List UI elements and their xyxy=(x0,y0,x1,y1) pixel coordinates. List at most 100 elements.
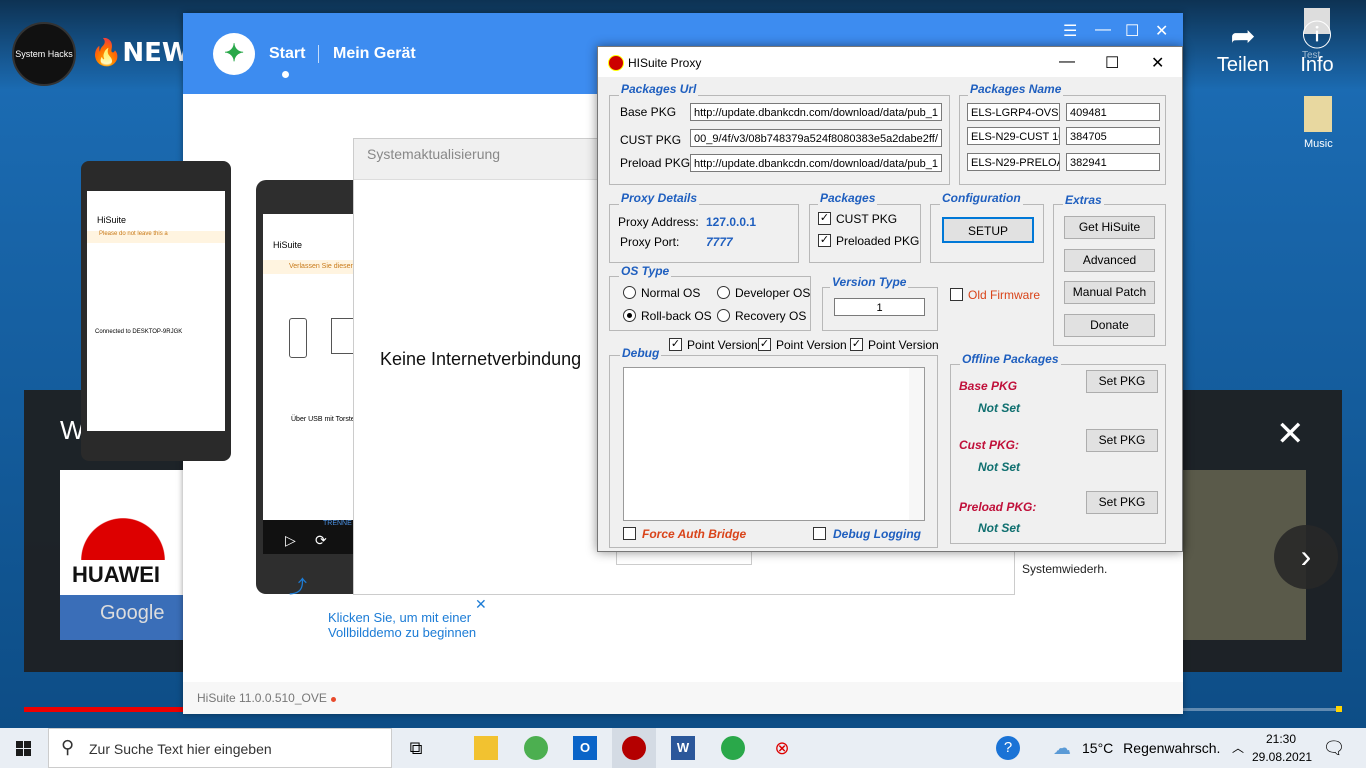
file-explorer-icon[interactable] xyxy=(474,736,498,760)
packages-url-title: Packages Url xyxy=(619,82,699,96)
chevron-up-icon[interactable]: ︿ xyxy=(1226,736,1250,760)
point-version-checkbox-2[interactable]: ✓ xyxy=(758,338,771,351)
weather-cloud-icon[interactable]: ☁ xyxy=(1050,736,1074,760)
cust-pkg-checkbox[interactable]: ✓ xyxy=(818,212,831,225)
music-folder-icon[interactable] xyxy=(1304,96,1332,132)
phone-usb-text: Über USB mit Torste xyxy=(291,416,355,423)
menu-icon[interactable]: ☰ xyxy=(1063,21,1077,41)
force-auth-bridge-checkbox[interactable] xyxy=(623,527,636,540)
hisuite-proxy-taskbar-icon[interactable] xyxy=(622,736,646,760)
minimize-icon[interactable]: — xyxy=(1059,53,1075,71)
notification-center-icon[interactable]: 🗨 xyxy=(1322,736,1346,760)
minimize-icon[interactable]: — xyxy=(1095,21,1111,39)
old-firmware-checkbox[interactable] xyxy=(950,288,963,301)
phone-warning-bar: Please do not leave this a xyxy=(87,231,225,243)
video-progress-played[interactable] xyxy=(24,707,194,712)
point-version-checkbox-3[interactable]: ✓ xyxy=(850,338,863,351)
offline-base-pkg-label: Base PKG xyxy=(959,379,1018,393)
donate-button[interactable]: Donate xyxy=(1064,314,1155,337)
phone-disconnect: TRENNE xyxy=(323,520,352,527)
developer-os-radio[interactable] xyxy=(717,286,730,299)
close-icon[interactable]: ✕ xyxy=(1155,21,1168,41)
get-hisuite-button[interactable]: Get HiSuite xyxy=(1064,216,1155,239)
weather-widget[interactable]: 15°C Regenwahrsch. xyxy=(1082,740,1220,756)
cust-pkg-id-input[interactable]: 384705 xyxy=(1066,127,1160,145)
blocked-app-icon[interactable]: ⊗ xyxy=(770,736,794,760)
debug-log-textarea[interactable] xyxy=(623,367,925,521)
outlook-icon[interactable]: O xyxy=(573,736,597,760)
offline-base-pkg-status: Not Set xyxy=(978,401,1020,415)
preload-pkg-name-input[interactable]: ELS-N29-PRELOA xyxy=(967,153,1060,171)
cust-pkg-name-input[interactable]: ELS-N29-CUST 10 xyxy=(967,127,1060,145)
set-preload-pkg-button[interactable]: Set PKG xyxy=(1086,491,1158,514)
channel-avatar[interactable]: System Hacks xyxy=(12,22,76,86)
recovery-os-radio[interactable] xyxy=(717,309,730,322)
preloaded-pkg-checkbox[interactable]: ✓ xyxy=(818,234,831,247)
tab-start[interactable]: Start xyxy=(269,45,305,63)
phone-screen-back: HiSuite Please do not leave this a Conne… xyxy=(87,191,225,431)
phone-app-title: HiSuite xyxy=(273,240,303,250)
base-pkg-name-input[interactable]: ELS-LGRP4-OVS xyxy=(967,103,1060,121)
system-restore-label[interactable]: Systemwiederh. xyxy=(1022,562,1107,576)
proxy-details-title: Proxy Details xyxy=(619,191,700,205)
base-pkg-id-input[interactable]: 409481 xyxy=(1066,103,1160,121)
os-type-title: OS Type xyxy=(619,264,672,278)
force-auth-bridge-label: Force Auth Bridge xyxy=(642,527,747,541)
close-icon[interactable]: ✕ xyxy=(1276,414,1305,454)
clock-time[interactable]: 21:30 xyxy=(1266,732,1296,746)
version-type-title: Version Type xyxy=(830,275,909,289)
tab-my-device[interactable]: Mein Gerät xyxy=(333,45,416,63)
normal-os-radio[interactable] xyxy=(623,286,636,299)
channel-name: System Hacks xyxy=(15,49,73,59)
cust-pkg-checkbox-label: CUST PKG xyxy=(836,212,898,226)
base-pkg-url-input[interactable]: http://update.dbankcdn.com/download/data… xyxy=(690,103,942,121)
preload-pkg-url-input[interactable]: http://update.dbankcdn.com/download/data… xyxy=(690,154,942,172)
maximize-icon[interactable]: ☐ xyxy=(1105,53,1119,73)
huawei-video-thumbnail[interactable]: HUAWEI Google xyxy=(60,470,184,640)
dialog-title: Systemaktualisierung xyxy=(367,146,501,162)
windows-taskbar: ⚲ Zur Suche Text hier eingeben ⧉ O W ⊗ ?… xyxy=(0,728,1366,768)
phone-diagram-icon xyxy=(289,318,307,358)
point-version-label-2: Point Version xyxy=(776,338,847,352)
play-icon[interactable]: ▷ xyxy=(285,532,296,549)
temperature: 15°C xyxy=(1082,740,1114,756)
offline-cust-pkg-label: Cust PKG: xyxy=(959,438,1019,452)
advanced-button[interactable]: Advanced xyxy=(1064,249,1155,272)
help-icon[interactable]: ? xyxy=(996,736,1020,760)
taskbar-search-box[interactable]: ⚲ Zur Suche Text hier eingeben xyxy=(48,728,392,768)
hisuite-taskbar-icon[interactable] xyxy=(721,736,745,760)
setup-button[interactable]: SETUP xyxy=(942,217,1034,243)
share-button[interactable]: ➦ Teilen xyxy=(1212,20,1274,77)
phone-mockup-back: HiSuite Please do not leave this a Conne… xyxy=(81,161,231,461)
debug-logging-checkbox[interactable] xyxy=(813,527,826,540)
debug-scrollbar[interactable] xyxy=(909,368,924,520)
point-version-checkbox-1[interactable]: ✓ xyxy=(669,338,682,351)
proxy-app-icon xyxy=(608,55,624,71)
set-base-pkg-button[interactable]: Set PKG xyxy=(1086,370,1158,393)
configuration-title: Configuration xyxy=(940,191,1023,205)
rollback-os-radio[interactable] xyxy=(623,309,636,322)
hint-close-icon[interactable]: ✕ xyxy=(475,596,487,613)
share-label: Teilen xyxy=(1216,54,1270,76)
word-icon[interactable]: W xyxy=(671,736,695,760)
recovery-os-label: Recovery OS xyxy=(735,309,807,323)
chrome-icon[interactable] xyxy=(524,736,548,760)
replay-icon[interactable]: ⟳ xyxy=(315,532,327,549)
tab-divider xyxy=(318,45,319,63)
active-tab-indicator xyxy=(282,71,289,78)
start-button[interactable] xyxy=(0,728,48,768)
next-video-chevron-icon[interactable]: › xyxy=(1274,525,1338,589)
clock-date[interactable]: 29.08.2021 xyxy=(1252,750,1312,764)
preload-pkg-id-input[interactable]: 382941 xyxy=(1066,153,1160,171)
task-view-icon[interactable]: ⧉ xyxy=(404,736,428,760)
set-cust-pkg-button[interactable]: Set PKG xyxy=(1086,429,1158,452)
version-type-input[interactable]: 1 xyxy=(834,298,925,316)
info-button[interactable]: ⓘ Info xyxy=(1292,20,1342,77)
old-firmware-label: Old Firmware xyxy=(968,288,1041,302)
proxy-port-value: 7777 xyxy=(706,235,733,249)
close-icon[interactable]: ✕ xyxy=(1151,53,1164,73)
manual-patch-button[interactable]: Manual Patch xyxy=(1064,281,1155,304)
cust-pkg-url-input[interactable]: 00_9/4f/v3/08b748379a524f8080383e5a2dabe… xyxy=(690,129,942,147)
base-pkg-label: Base PKG xyxy=(620,105,677,119)
maximize-icon[interactable]: ☐ xyxy=(1125,21,1139,41)
